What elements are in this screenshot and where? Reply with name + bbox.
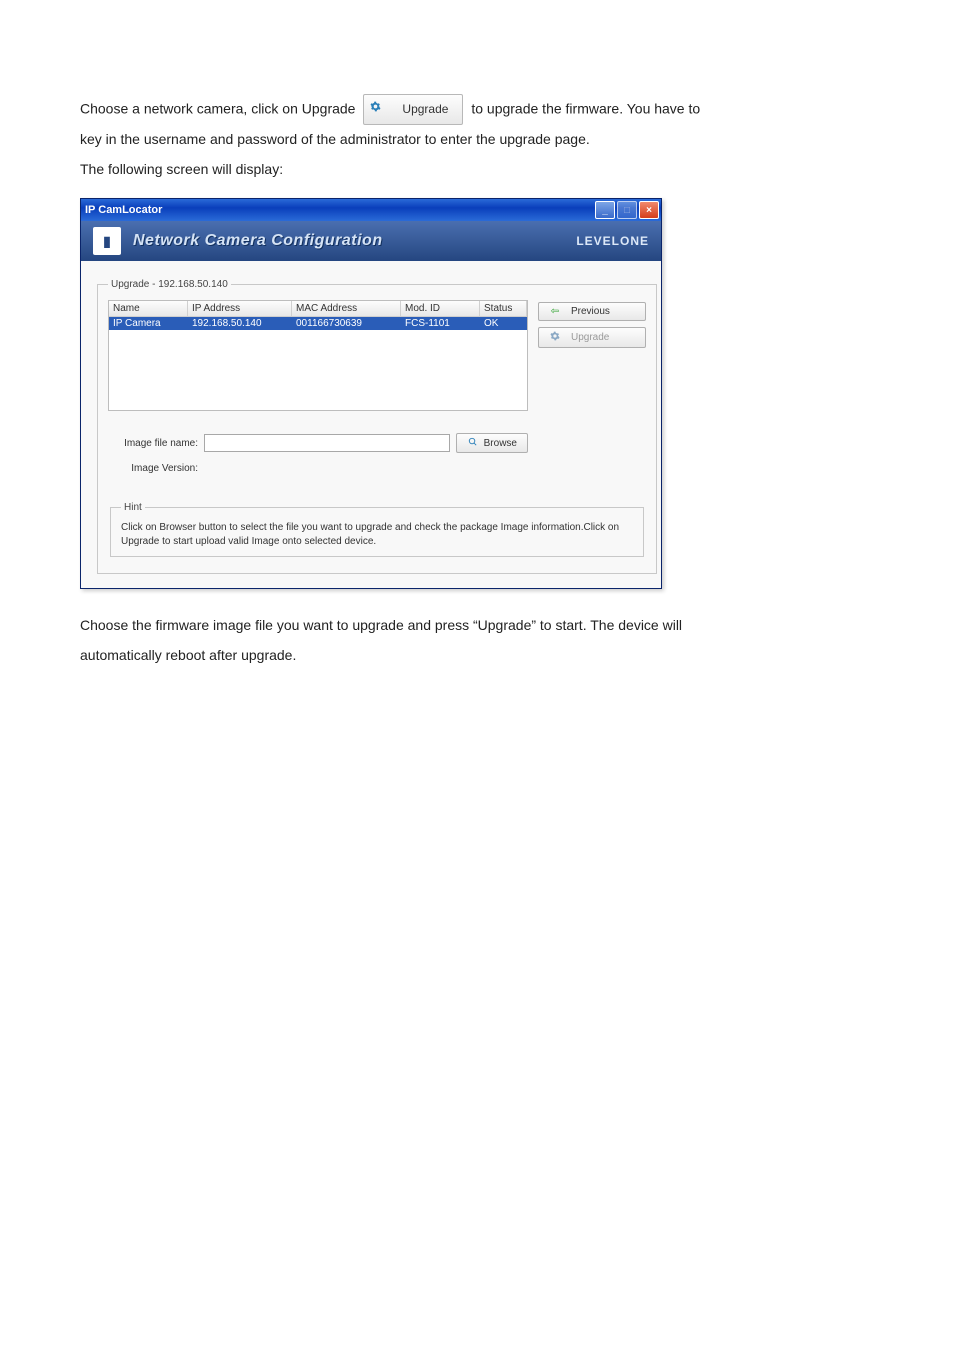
table-empty-area <box>109 330 527 410</box>
outro-text-1: Choose the firmware image file you want … <box>80 617 682 633</box>
browse-button[interactable]: Browse <box>456 433 528 453</box>
intro-text-3: key in the username and password of the … <box>80 131 590 147</box>
th-ip: IP Address <box>188 301 292 317</box>
device-table[interactable]: Name IP Address MAC Address Mod. ID Stat… <box>108 300 528 411</box>
folder-search-icon <box>467 436 478 450</box>
titlebar[interactable]: IP CamLocator _ □ × <box>81 199 661 221</box>
previous-button[interactable]: ⇦ Previous <box>538 302 646 321</box>
cell-ip: 192.168.50.140 <box>188 317 292 330</box>
arrow-left-icon: ⇦ <box>549 306 561 317</box>
intro-text-1: Choose a network camera, click on Upgrad… <box>80 100 359 116</box>
table-header-row: Name IP Address MAC Address Mod. ID Stat… <box>109 301 527 317</box>
close-button[interactable]: × <box>639 201 659 219</box>
image-file-label: Image file name: <box>108 438 198 449</box>
upgrade-inline-button[interactable]: Upgrade <box>363 94 463 125</box>
banner: ▮ Network Camera Configuration LEVELONE <box>81 221 661 261</box>
image-file-input[interactable] <box>204 434 450 452</box>
upgrade-button[interactable]: Upgrade <box>538 327 646 348</box>
upgrade-inline-label: Upgrade <box>402 102 448 116</box>
th-mod: Mod. ID <box>401 301 480 317</box>
maximize-button[interactable]: □ <box>617 201 637 219</box>
app-window: IP CamLocator _ □ × ▮ Network Camera Con… <box>80 198 662 589</box>
logo-icon: ▮ <box>93 227 121 255</box>
gear-icon <box>549 331 561 344</box>
cell-mac: 001166730639 <box>292 317 401 330</box>
intro-text-2: to upgrade the firmware. You have to <box>471 100 700 116</box>
gear-icon <box>370 103 384 115</box>
intro-text-4: The following screen will display: <box>80 161 283 177</box>
outro-text-2: automatically reboot after upgrade. <box>80 647 296 663</box>
image-version-label: Image Version: <box>108 463 198 474</box>
browse-label: Browse <box>484 438 517 449</box>
minimize-button[interactable]: _ <box>595 201 615 219</box>
outro-paragraph: Choose the firmware image file you want … <box>80 611 874 670</box>
upgrade-label: Upgrade <box>571 332 609 343</box>
banner-title: Network Camera Configuration <box>133 232 576 250</box>
th-name: Name <box>109 301 188 317</box>
cell-status: OK <box>480 317 527 330</box>
cell-mod: FCS-1101 <box>401 317 480 330</box>
table-row[interactable]: IP Camera 192.168.50.140 001166730639 FC… <box>109 317 527 330</box>
brand-label: LEVELONE <box>576 234 649 248</box>
hint-groupbox: Hint Click on Browser button to select t… <box>110 502 644 557</box>
th-mac: MAC Address <box>292 301 401 317</box>
hint-text: Click on Browser button to select the fi… <box>121 521 633 548</box>
upgrade-groupbox: Upgrade - 192.168.50.140 Name IP Address… <box>97 279 657 574</box>
groupbox-legend: Upgrade - 192.168.50.140 <box>108 279 231 290</box>
previous-label: Previous <box>571 306 610 317</box>
hint-legend: Hint <box>121 502 145 513</box>
th-status: Status <box>480 301 527 317</box>
intro-paragraph: Choose a network camera, click on Upgrad… <box>80 94 874 184</box>
window-title: IP CamLocator <box>85 204 162 216</box>
cell-name: IP Camera <box>109 317 188 330</box>
